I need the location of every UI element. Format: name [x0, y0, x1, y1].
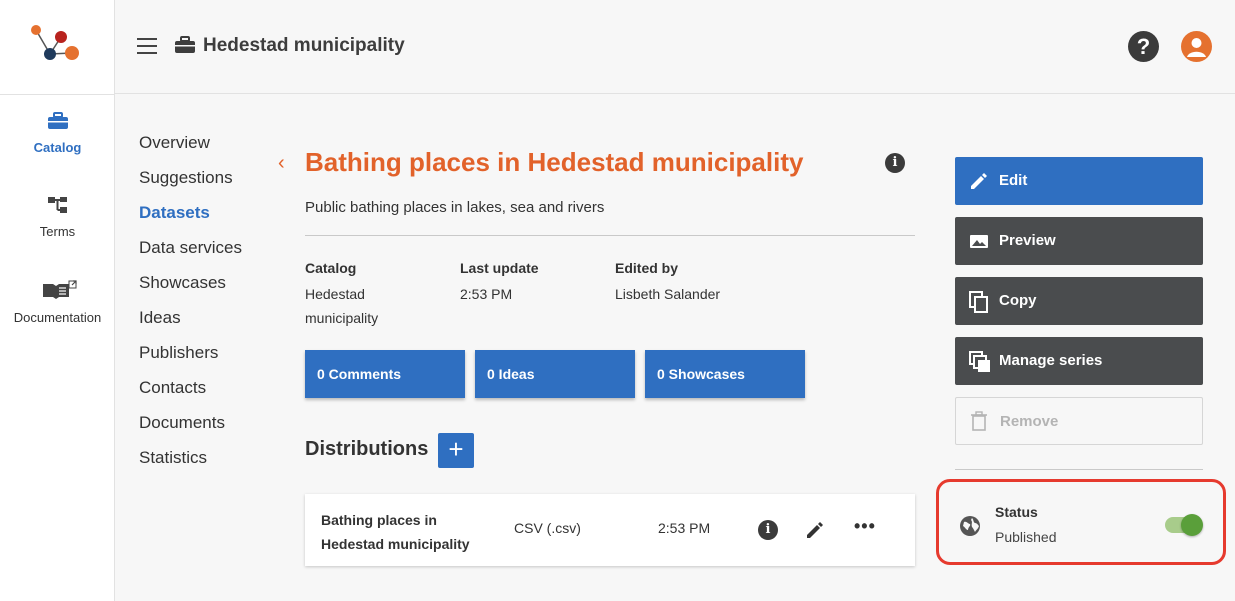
distribution-name: Bathing places in Hedestad municipality — [321, 508, 491, 556]
user-icon — [1187, 38, 1206, 57]
catalog-subnav: Overview Suggestions Datasets Data servi… — [139, 132, 242, 482]
meta-catalog: Catalog Hedestad municipality — [305, 256, 378, 330]
meta-heading: Edited by — [615, 260, 679, 276]
dataset-title: Bathing places in Hedestad municipality — [305, 147, 804, 177]
info-icon[interactable]: i — [758, 520, 778, 540]
preview-label: Preview — [999, 232, 1056, 249]
meta-edited-by: Edited by Lisbeth Salander — [615, 256, 720, 306]
rail-item-label: Documentation — [13, 310, 102, 325]
rail-item-terms[interactable]: Terms — [0, 196, 115, 239]
user-avatar-button[interactable] — [1181, 31, 1212, 62]
subnav-item-documents[interactable]: Documents — [139, 412, 242, 447]
divider — [305, 235, 915, 236]
subnav-item-statistics[interactable]: Statistics — [139, 447, 242, 482]
rail-item-catalog[interactable]: Catalog — [0, 112, 115, 155]
subnav-item-showcases[interactable]: Showcases — [139, 272, 242, 307]
book-external-icon — [42, 280, 77, 299]
ideas-count-button[interactable]: 0 Ideas — [475, 350, 635, 398]
distribution-time: 2:53 PM — [658, 520, 711, 536]
copy-label: Copy — [999, 292, 1037, 309]
toggle-knob — [1181, 514, 1203, 536]
remove-button[interactable]: Remove — [955, 397, 1203, 445]
menu-icon[interactable] — [137, 38, 157, 54]
meta-value: municipality — [305, 310, 379, 326]
subnav-item-contacts[interactable]: Contacts — [139, 377, 242, 412]
rail-divider — [0, 94, 115, 95]
top-bar: Hedestad municipality ? — [115, 0, 1235, 94]
manage-series-label: Manage series — [999, 352, 1103, 369]
rail-item-documentation[interactable]: Documentation — [0, 280, 115, 325]
pencil-icon — [971, 173, 987, 189]
status-panel: Status Published — [936, 479, 1226, 565]
subnav-item-overview[interactable]: Overview — [139, 132, 242, 167]
meta-heading: Last update — [460, 260, 539, 276]
more-options-icon[interactable]: ••• — [854, 516, 876, 537]
briefcase-icon — [175, 36, 195, 53]
meta-value: Hedestad — [305, 286, 365, 302]
info-icon[interactable]: i — [885, 153, 905, 173]
trash-icon — [971, 411, 987, 431]
globe-icon — [960, 516, 980, 536]
add-distribution-button[interactable]: + — [438, 433, 474, 468]
image-icon — [970, 235, 988, 248]
showcases-count-button[interactable]: 0 Showcases — [645, 350, 805, 398]
divider — [955, 469, 1203, 470]
left-rail: Catalog Terms Documentation — [0, 0, 115, 601]
subnav-item-data-services[interactable]: Data services — [139, 237, 242, 272]
subnav-item-suggestions[interactable]: Suggestions — [139, 167, 242, 202]
edit-label: Edit — [999, 172, 1028, 189]
back-chevron-icon[interactable]: ‹ — [278, 152, 285, 175]
meta-last-update: Last update 2:53 PM — [460, 256, 539, 306]
status-label: Status — [995, 504, 1038, 520]
meta-heading: Catalog — [305, 260, 357, 276]
meta-value: 2:53 PM — [460, 286, 513, 302]
copy-icon — [969, 291, 988, 313]
help-button[interactable]: ? — [1128, 31, 1159, 62]
rail-item-label: Terms — [39, 224, 76, 239]
app-logo[interactable] — [26, 24, 82, 66]
series-icon — [969, 351, 990, 372]
meta-value: Lisbeth Salander — [615, 286, 721, 302]
publish-toggle[interactable] — [1165, 514, 1203, 536]
subnav-item-publishers[interactable]: Publishers — [139, 342, 242, 377]
dataset-description: Public bathing places in lakes, sea and … — [305, 199, 605, 216]
distributions-heading: Distributions — [305, 438, 429, 460]
page-title: Hedestad municipality — [203, 35, 405, 56]
pencil-icon[interactable] — [805, 520, 825, 540]
comments-count-button[interactable]: 0 Comments — [305, 350, 465, 398]
distribution-name-line: Hedestad municipality — [321, 536, 470, 552]
status-value: Published — [995, 529, 1057, 545]
briefcase-icon — [47, 112, 68, 129]
preview-button[interactable]: Preview — [955, 217, 1203, 265]
edit-button[interactable]: Edit — [955, 157, 1203, 205]
copy-button[interactable]: Copy — [955, 277, 1203, 325]
remove-label: Remove — [1000, 413, 1059, 430]
subnav-item-datasets[interactable]: Datasets — [139, 202, 242, 237]
distribution-row[interactable]: Bathing places in Hedestad municipality … — [305, 494, 915, 566]
rail-item-label: Catalog — [33, 140, 82, 155]
distribution-name-line: Bathing places in — [321, 512, 437, 528]
subnav-item-ideas[interactable]: Ideas — [139, 307, 242, 342]
manage-series-button[interactable]: Manage series — [955, 337, 1203, 385]
distribution-format: CSV (.csv) — [514, 520, 581, 536]
hierarchy-icon — [47, 197, 67, 213]
